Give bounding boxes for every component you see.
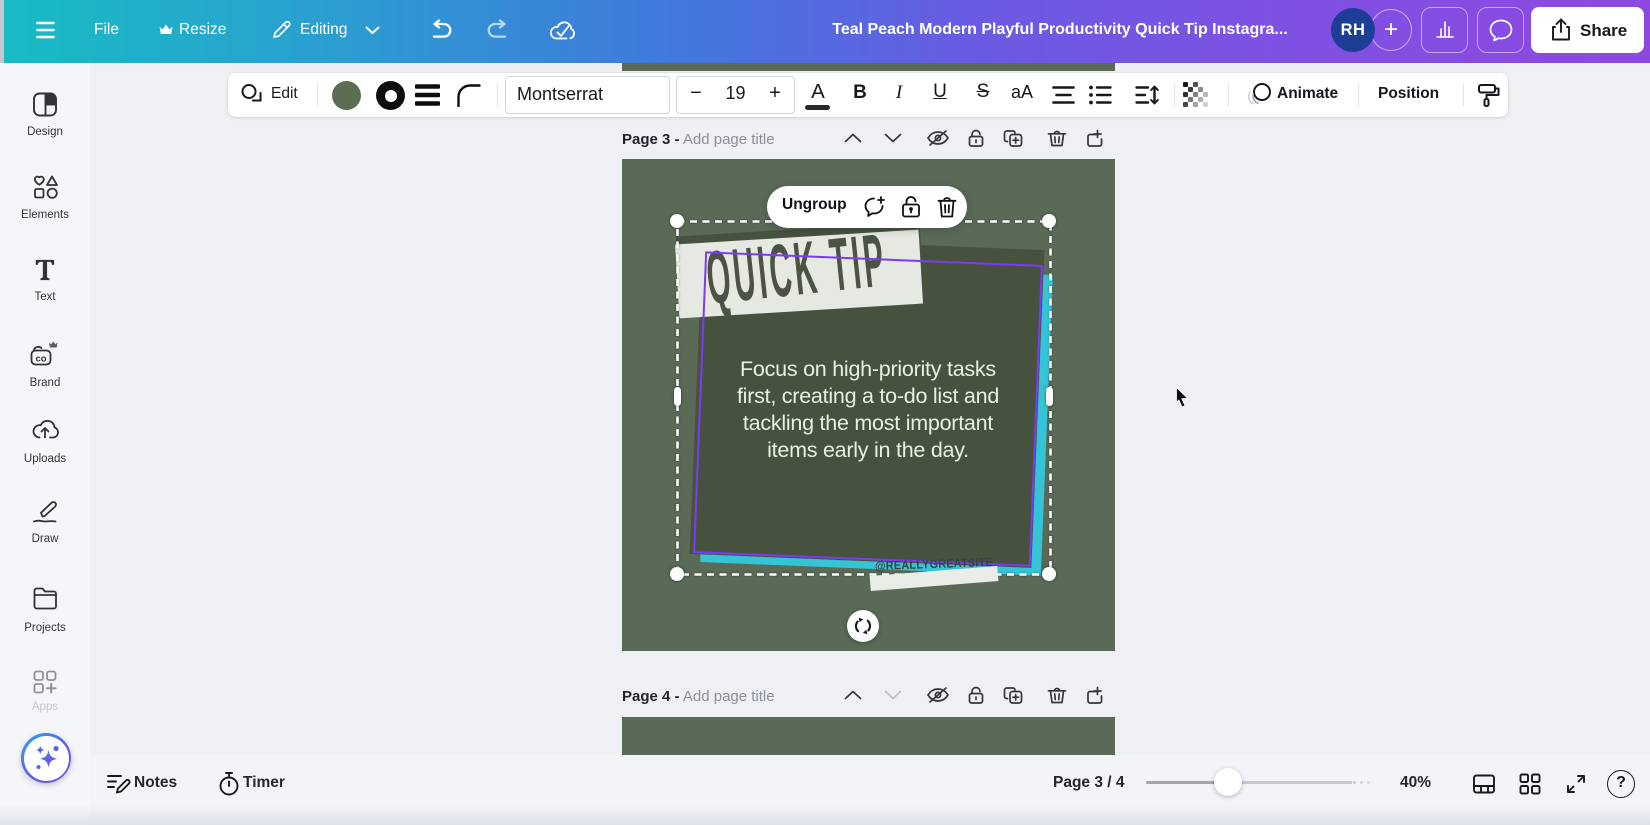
- svg-text:co: co: [35, 354, 46, 365]
